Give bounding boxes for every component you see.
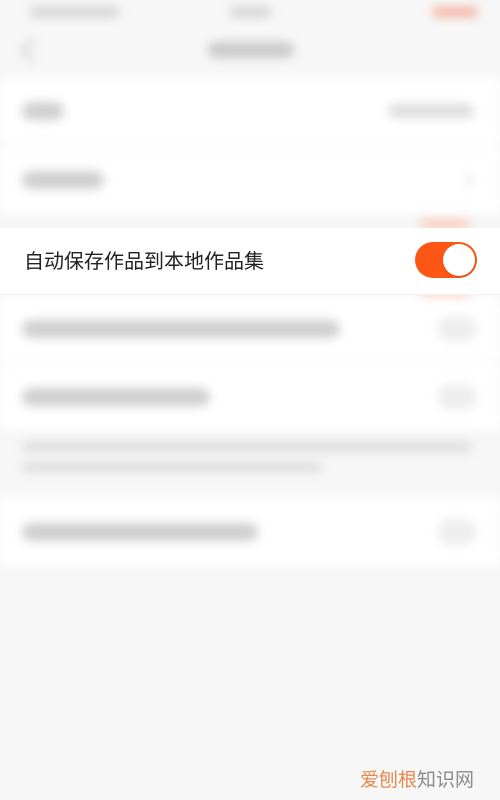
settings-row-4[interactable] bbox=[0, 296, 500, 363]
settings-screen: 自动保存作品到本地作品集 爱刨根知识网 bbox=[0, 0, 500, 800]
toggle-switch[interactable] bbox=[438, 385, 476, 409]
auto-save-toggle[interactable] bbox=[415, 242, 477, 278]
battery-icon bbox=[432, 7, 478, 17]
chevron-right-icon bbox=[459, 172, 475, 188]
row-label bbox=[22, 388, 210, 406]
toggle-switch[interactable] bbox=[438, 520, 476, 544]
row-label bbox=[22, 523, 258, 541]
row-label bbox=[22, 320, 340, 338]
hint-text bbox=[22, 442, 472, 452]
toggle-glow bbox=[420, 220, 470, 228]
status-time bbox=[230, 6, 272, 18]
settings-row-1[interactable] bbox=[0, 78, 500, 145]
settings-row-6[interactable] bbox=[0, 498, 500, 567]
blurred-background bbox=[0, 0, 500, 800]
row-label bbox=[22, 102, 64, 120]
watermark-text: 知识网 bbox=[416, 769, 474, 791]
navigation-bar bbox=[0, 26, 500, 78]
status-bar bbox=[0, 0, 500, 26]
page-title bbox=[208, 42, 294, 58]
toggle-knob bbox=[443, 244, 475, 276]
hint-text bbox=[22, 462, 322, 472]
settings-row-5[interactable] bbox=[0, 364, 500, 431]
settings-row-2[interactable] bbox=[0, 146, 500, 215]
auto-save-setting-label: 自动保存作品到本地作品集 bbox=[24, 249, 264, 273]
watermark-brand: 爱刨根 bbox=[359, 769, 417, 791]
status-carrier bbox=[30, 6, 120, 18]
row-label bbox=[22, 171, 104, 189]
row-value bbox=[388, 104, 474, 118]
toggle-switch[interactable] bbox=[438, 317, 476, 341]
auto-save-setting-row[interactable]: 自动保存作品到本地作品集 bbox=[0, 228, 500, 295]
back-icon[interactable] bbox=[20, 38, 45, 63]
watermark: 爱刨根知识网 bbox=[360, 768, 474, 792]
